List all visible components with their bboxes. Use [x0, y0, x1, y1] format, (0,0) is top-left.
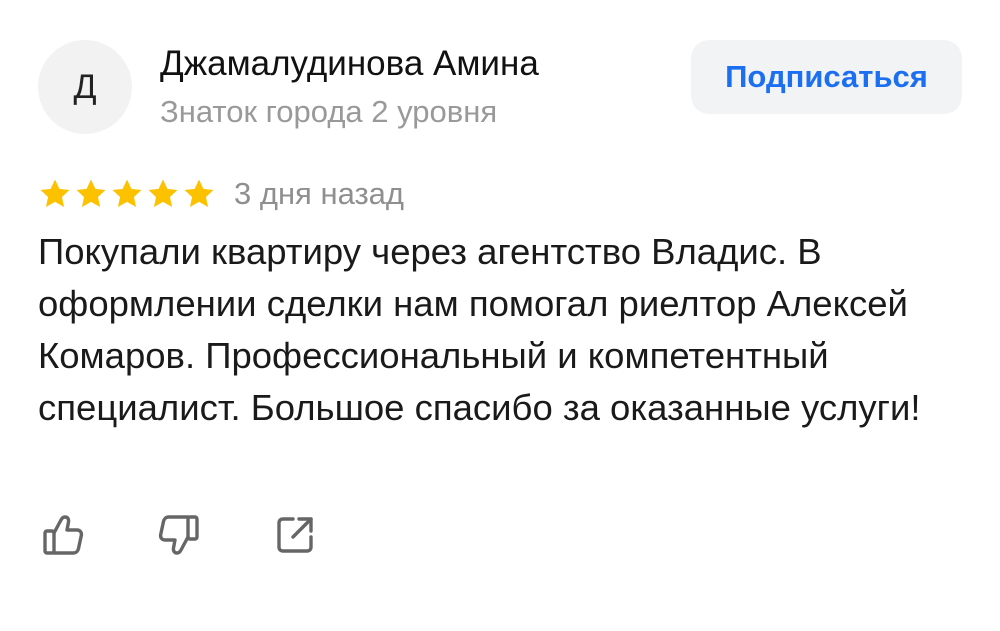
author-level: Знаток города 2 уровня: [160, 94, 498, 129]
avatar-letter: Д: [73, 67, 97, 106]
star-icon: [184, 179, 214, 208]
review-card: Д Джамалудинова Амина Знаток города 2 ур…: [0, 0, 1000, 631]
star-icon: [40, 179, 70, 208]
dislike-button[interactable]: [154, 510, 204, 560]
subscribe-button[interactable]: Подписаться: [691, 40, 962, 114]
review-actions: [38, 510, 320, 560]
review-text: Покупали квартиру через агентство Владис…: [38, 231, 921, 428]
review-date: 3 дня назад: [234, 176, 405, 211]
thumbs-down-icon: [158, 515, 199, 555]
share-button[interactable]: [270, 510, 320, 560]
star-icon: [148, 179, 178, 208]
author-name[interactable]: Джамалудинова Амина: [160, 44, 539, 84]
star-icon: [112, 179, 142, 208]
thumbs-up-icon: [43, 515, 84, 555]
avatar[interactable]: Д: [38, 40, 132, 134]
rating-row: 3 дня назад: [38, 174, 404, 214]
star-rating: [38, 177, 216, 211]
like-button[interactable]: [38, 510, 88, 560]
share-icon: [277, 517, 313, 553]
star-icon: [76, 179, 106, 208]
